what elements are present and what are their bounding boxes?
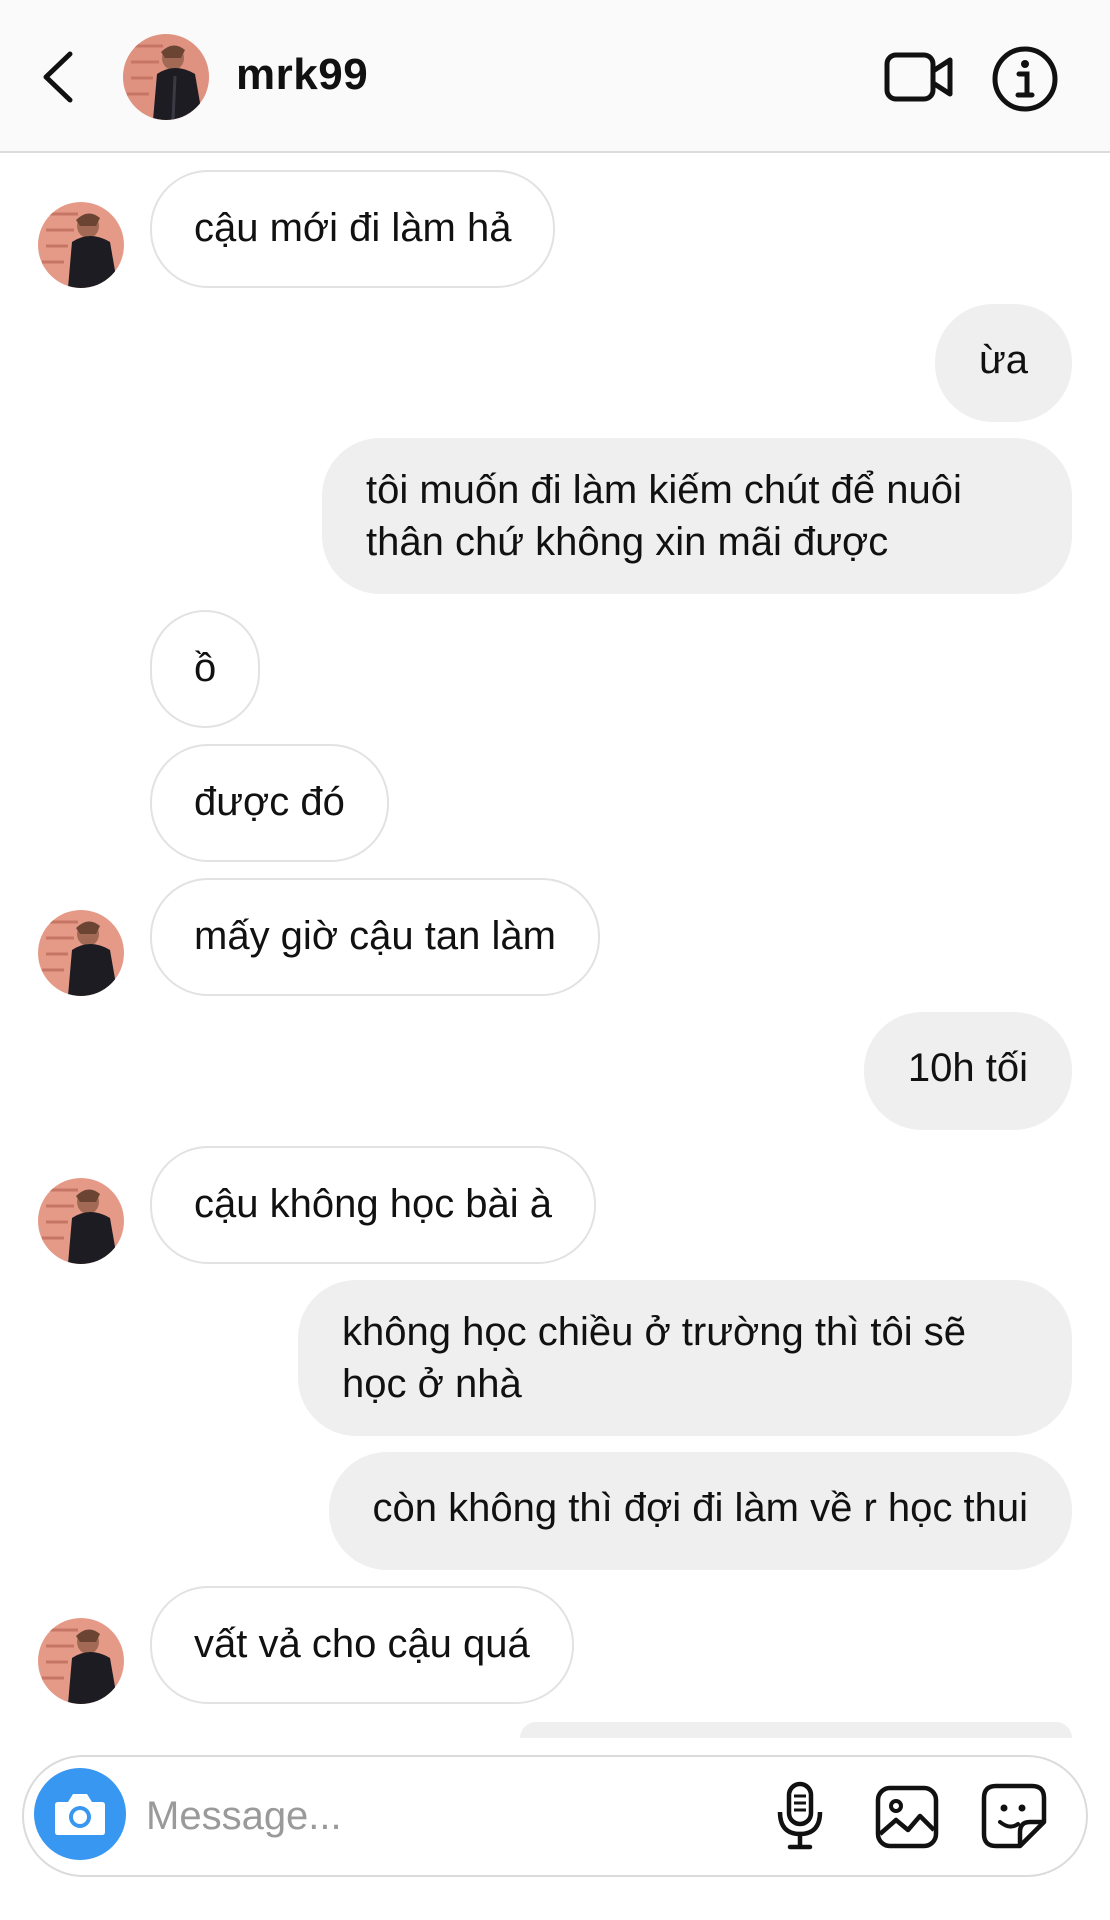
message-text: được đó — [194, 780, 345, 824]
message-text: mấy giờ cậu tan làm — [194, 914, 556, 958]
message-text: còn không thì đợi đi làm về r học thui — [372, 1486, 1028, 1530]
message-text-line: tôi muốn đi làm kiếm chút để nuôi — [366, 468, 962, 512]
chat-header: mrk99 — [0, 0, 1110, 153]
message-bubble-incoming[interactable]: cậu không học bài à — [150, 1146, 597, 1264]
message-text: cậu không học bài à — [194, 1182, 553, 1226]
video-camera-icon — [884, 52, 953, 102]
gallery-icon — [875, 1785, 939, 1849]
info-icon — [992, 46, 1058, 112]
sender-avatar[interactable] — [38, 1618, 124, 1704]
message-bubble-outgoing[interactable]: còn không thì đợi đi làm về r học thui — [328, 1452, 1072, 1570]
message-bubble-outgoing[interactable]: ừa — [934, 304, 1072, 422]
voice-message-button[interactable] — [772, 1780, 828, 1852]
message-input[interactable] — [144, 1782, 748, 1850]
message-bubble-incoming[interactable]: ồ — [150, 610, 261, 728]
chevron-left-icon — [43, 51, 73, 103]
sticker-button[interactable] — [980, 1782, 1048, 1850]
message-text-line: học ở nhà — [342, 1362, 522, 1406]
gallery-button[interactable] — [874, 1784, 940, 1850]
message-text: 10h tối — [907, 1046, 1028, 1090]
sender-avatar[interactable] — [38, 1178, 124, 1264]
sticker-icon — [981, 1783, 1047, 1849]
message-bubble-partial — [520, 1722, 1072, 1738]
message-bubble-outgoing[interactable]: 10h tối — [863, 1012, 1072, 1130]
message-text-line: không học chiều ở trường thì tôi sẽ — [342, 1310, 967, 1354]
message-bubble-incoming[interactable]: vất vả cho cậu quá — [150, 1586, 574, 1704]
chat-username[interactable]: mrk99 — [236, 50, 368, 100]
message-bubble-outgoing[interactable]: tôi muốn đi làm kiếm chút để nuôi thân c… — [322, 438, 1072, 594]
message-bubble-incoming[interactable]: cậu mới đi làm hả — [150, 170, 556, 288]
microphone-icon — [777, 1781, 823, 1850]
message-bubble-incoming[interactable]: mấy giờ cậu tan làm — [150, 878, 600, 996]
message-text-line: thân chứ không xin mãi được — [366, 520, 889, 564]
camera-button[interactable] — [34, 1768, 126, 1860]
message-text: ừa — [978, 338, 1028, 382]
header-avatar[interactable] — [123, 34, 209, 120]
sender-avatar[interactable] — [38, 910, 124, 996]
back-button[interactable] — [34, 44, 84, 110]
info-button[interactable] — [990, 44, 1060, 114]
message-bubble-outgoing[interactable]: không học chiều ở trường thì tôi sẽ học … — [298, 1280, 1072, 1436]
message-text: ồ — [194, 646, 217, 690]
camera-icon — [55, 1794, 105, 1835]
message-text: cậu mới đi làm hả — [194, 206, 512, 250]
message-bubble-incoming[interactable]: được đó — [150, 744, 389, 862]
video-call-button[interactable] — [884, 50, 954, 104]
sender-avatar[interactable] — [38, 202, 124, 288]
message-text: vất vả cho cậu quá — [194, 1622, 530, 1666]
